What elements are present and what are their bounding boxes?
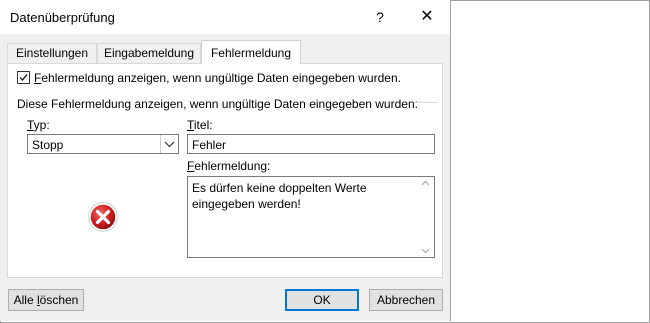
scroll-up-icon [421,180,430,186]
title-accelerator: T [187,118,194,132]
title-label: Titel: [187,118,213,132]
help-button[interactable]: ? [368,6,392,28]
clear-all-prefix: Alle [13,293,37,307]
error-message-textarea[interactable]: Es dürfen keine doppelten Werte eingegeb… [187,176,435,258]
tab-input-message-label: Eingabemeldung [103,46,195,60]
chevron-down-icon[interactable] [160,135,178,153]
tab-settings-label: Einstellungen [15,46,89,60]
type-select-value: Stopp [32,138,64,152]
ok-button-label: OK [313,293,331,307]
message-label-text: ehlermeldung: [194,159,271,173]
type-select[interactable]: Stopp [27,134,179,154]
type-label-text: yp: [33,118,50,132]
type-accelerator: T [27,118,34,132]
cancel-button[interactable]: Abbrechen [369,289,443,311]
message-label: Fehlermeldung: [187,159,270,173]
error-stop-icon [87,201,119,233]
show-error-checkbox-label[interactable]: Fehlermeldung anzeigen, wenn ungültige D… [34,71,401,85]
error-message-value: Es dürfen keine doppelten Werte eingegeb… [192,181,367,211]
title-input-value: Fehler [192,138,227,152]
cancel-button-label: Abbrechen [376,293,436,307]
tab-error-alert[interactable]: Fehlermeldung [201,40,301,64]
section-divider [414,102,438,103]
scroll-down-icon [421,248,430,254]
type-label: Typ: [27,118,50,132]
title-label-text: itel: [193,118,213,132]
clear-all-button[interactable]: Alle löschen [8,289,84,311]
clear-all-rest: öschen [39,293,79,307]
data-validation-dialog: Datenüberprüfung ? ✕ Einstellungen Einga… [0,0,451,321]
textarea-scrollbar[interactable] [417,177,434,257]
tab-settings[interactable]: Einstellungen [7,43,97,63]
dialog-titlebar: Datenüberprüfung ? ✕ [0,0,450,34]
show-error-checkbox[interactable] [17,71,30,84]
dialog-title: Datenüberprüfung [10,10,115,25]
close-button[interactable]: ✕ [414,6,440,28]
show-error-label-text: ehlermeldung anzeigen, wenn ungültige Da… [41,71,401,85]
title-input[interactable]: Fehler [187,134,435,154]
ok-button[interactable]: OK [285,289,359,311]
tab-input-message[interactable]: Eingabemeldung [97,43,201,63]
tab-error-alert-label: Fehlermeldung [210,46,292,60]
checkmark-icon [19,74,28,82]
section-label: Diese Fehlermeldung anzeigen, wenn ungül… [17,97,418,111]
